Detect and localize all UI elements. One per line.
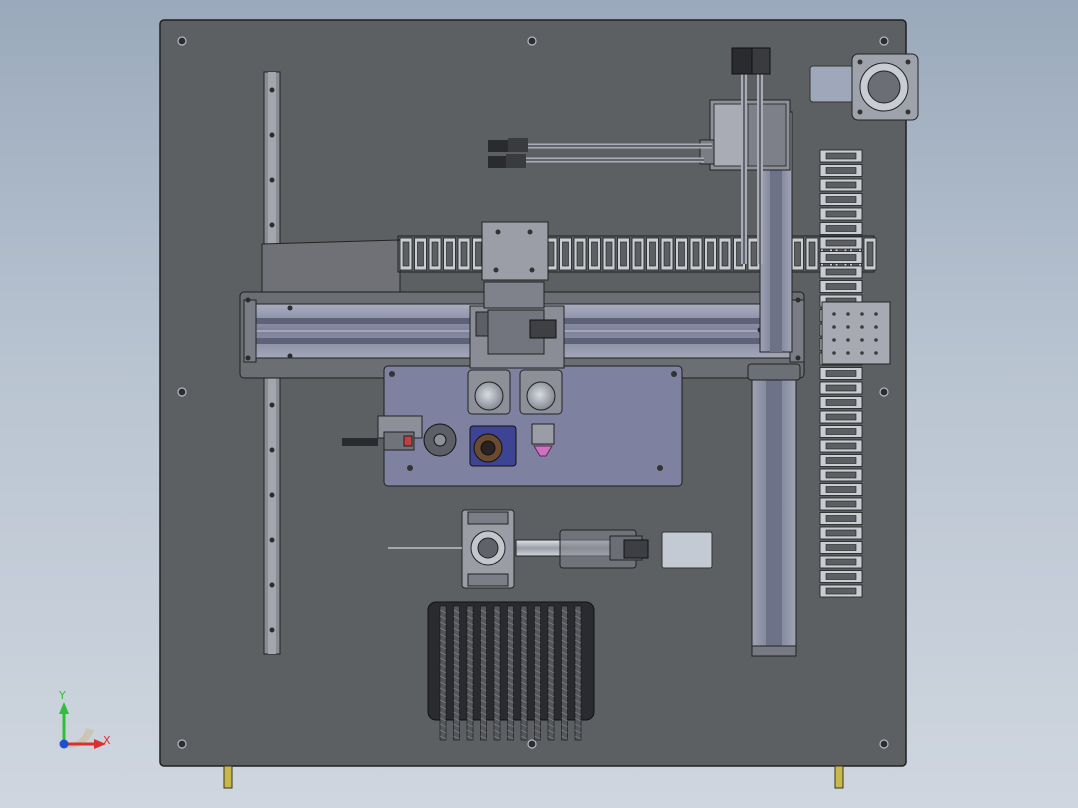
cad-viewport[interactable]: Y X <box>0 0 1078 808</box>
brass-foot-right <box>834 765 844 789</box>
y-drag-chain[interactable] <box>819 149 863 598</box>
heat-sink <box>427 601 595 741</box>
triad-x-label: X <box>103 734 111 747</box>
brass-foot-left <box>223 765 233 789</box>
coordinate-triad: Y X <box>58 689 111 749</box>
y-carriage-plate[interactable] <box>821 301 891 365</box>
triad-y-label: Y <box>58 689 66 702</box>
